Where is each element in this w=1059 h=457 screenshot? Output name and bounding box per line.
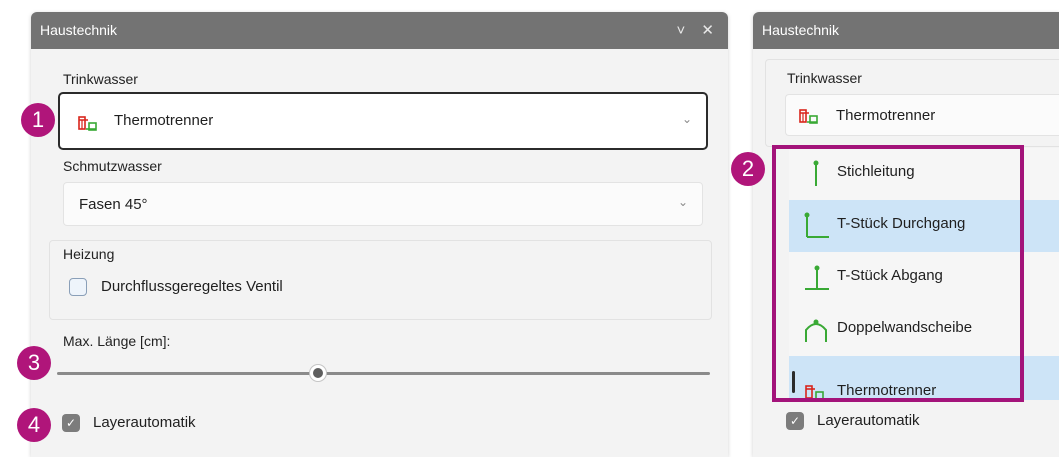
thermotrenner-icon <box>78 116 97 131</box>
layerautomatik-label: Layerautomatik <box>817 412 920 429</box>
chevron-down-icon: ⌄ <box>677 195 688 209</box>
trinkwasser-dropdown[interactable]: Thermotrenner ⌄ <box>58 92 708 150</box>
collapse-button[interactable]: ˅ <box>676 22 691 39</box>
panel-titlebar: Haustechnik ˅ ✕ <box>31 12 728 49</box>
panel-titlebar: Haustechnik <box>753 12 1059 49</box>
max-laenge-label: Max. Länge [cm]: <box>63 333 171 349</box>
schmutzwasser-dropdown[interactable]: Fasen 45° ⌄ <box>63 182 703 226</box>
schmutzwasser-label: Schmutzwasser <box>63 158 162 174</box>
chevron-down-icon: ⌄ <box>681 112 692 126</box>
window-controls: ˅ ✕ <box>676 12 720 49</box>
durchfluss-ventil-label: Durchflussgeregeltes Ventil <box>101 278 283 295</box>
close-button[interactable]: ✕ <box>701 22 720 39</box>
left-haustechnik-panel: Haustechnik ˅ ✕ Trinkwasser Thermotrenne… <box>31 12 728 457</box>
check-icon: ✓ <box>789 414 801 428</box>
layerautomatik-checkbox[interactable]: ✓ <box>62 414 80 432</box>
trinkwasser-label: Trinkwasser <box>787 70 862 86</box>
panel-title: Haustechnik <box>762 22 840 38</box>
callout-badge-3: 3 <box>17 346 51 380</box>
layerautomatik-label: Layerautomatik <box>93 414 196 431</box>
trinkwasser-label: Trinkwasser <box>63 71 138 87</box>
max-laenge-slider-track[interactable] <box>57 372 710 375</box>
callout-badge-1: 1 <box>21 103 55 137</box>
callout-badge-4: 4 <box>17 408 51 442</box>
panel-title: Haustechnik <box>40 22 118 38</box>
heizung-label: Heizung <box>63 246 115 262</box>
max-laenge-slider-thumb[interactable] <box>310 365 327 381</box>
trinkwasser-value: Thermotrenner <box>114 112 214 129</box>
trinkwasser-dropdown[interactable]: Thermotrenner <box>785 94 1059 136</box>
durchfluss-ventil-checkbox[interactable] <box>69 278 87 296</box>
thermotrenner-icon <box>799 109 818 124</box>
callout-badge-2: 2 <box>731 152 765 186</box>
schmutzwasser-value: Fasen 45° <box>79 196 148 213</box>
dropdown-highlight-frame <box>772 145 1024 402</box>
layerautomatik-checkbox[interactable]: ✓ <box>786 412 804 430</box>
check-icon: ✓ <box>65 416 77 430</box>
trinkwasser-value: Thermotrenner <box>836 107 936 124</box>
